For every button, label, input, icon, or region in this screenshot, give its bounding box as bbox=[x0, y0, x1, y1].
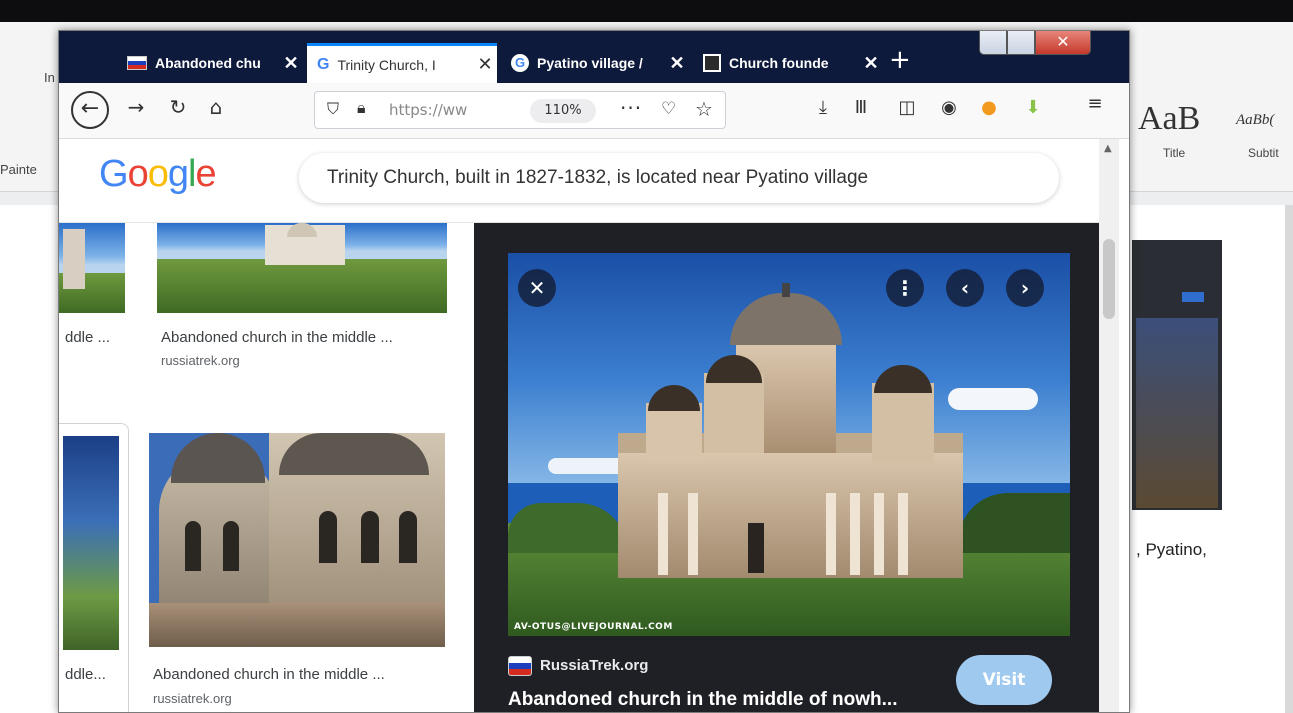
word-doc-text: , Pyatino, bbox=[1136, 540, 1207, 559]
result-caption[interactable]: ddle... bbox=[65, 666, 106, 683]
result-caption[interactable]: ddle ... bbox=[65, 329, 110, 346]
new-tab-icon[interactable]: + bbox=[889, 45, 911, 75]
visit-button[interactable]: Visit bbox=[956, 655, 1052, 705]
library-icon[interactable]: Ⅲ bbox=[849, 97, 873, 118]
result-caption[interactable]: Abandoned church in the middle ... bbox=[153, 666, 385, 683]
scroll-thumb[interactable] bbox=[1103, 239, 1115, 319]
word-format-painter[interactable]: Painte bbox=[0, 162, 37, 177]
account-icon[interactable]: ◉ bbox=[937, 97, 961, 118]
russia-flag-icon bbox=[508, 656, 532, 676]
result-source[interactable]: russiatrek.org bbox=[153, 691, 232, 706]
page-scrollbar[interactable]: ▲ bbox=[1099, 139, 1119, 712]
result-caption[interactable]: Abandoned church in the middle ... bbox=[161, 329, 393, 346]
close-icon[interactable]: ✕ bbox=[279, 53, 303, 74]
tab-label: Pyatino village / bbox=[537, 55, 643, 71]
google-g-icon: G bbox=[511, 54, 529, 72]
top-bezel bbox=[0, 0, 1293, 22]
maximize-icon[interactable] bbox=[1007, 31, 1035, 55]
forward-arrow-icon[interactable]: → bbox=[121, 95, 151, 119]
word-embedded-screenshot bbox=[1132, 240, 1222, 510]
scroll-up-icon[interactable]: ▲ bbox=[1104, 143, 1112, 154]
download-icon[interactable]: ⤓ bbox=[811, 97, 835, 118]
extension-download-icon[interactable]: ⬇ bbox=[1021, 97, 1045, 118]
result-source[interactable]: russiatrek.org bbox=[161, 353, 240, 368]
lock-icon[interactable]: 🔒︎ bbox=[357, 98, 366, 118]
reload-icon[interactable]: ↻ bbox=[163, 95, 193, 119]
google-header: Google Trinity Church, built in 1827-183… bbox=[59, 139, 1109, 223]
tab-pyatino-village[interactable]: G Pyatino village / ✕ bbox=[501, 43, 689, 83]
page-actions-icon[interactable]: ··· bbox=[620, 96, 642, 120]
image-preview-panel: AV-OTUS@LIVEJOURNAL.COM ✕ ⋮ ‹ › RussiaTr… bbox=[474, 223, 1099, 712]
close-icon[interactable]: ✕ bbox=[665, 53, 689, 74]
word-style-title-sample[interactable]: AaB bbox=[1138, 100, 1200, 138]
close-preview-icon[interactable]: ✕ bbox=[518, 269, 556, 307]
result-thumbnail[interactable] bbox=[157, 223, 447, 313]
word-page-edge bbox=[1285, 205, 1293, 713]
word-style-subtitle-label: Subtit bbox=[1248, 146, 1279, 160]
word-style-title-label: Title bbox=[1163, 146, 1186, 160]
tab-label: Church founde bbox=[729, 55, 829, 71]
next-image-icon[interactable]: › bbox=[1006, 269, 1044, 307]
pocket-icon[interactable]: ♡ bbox=[661, 99, 676, 119]
previous-image-icon[interactable]: ‹ bbox=[946, 269, 984, 307]
search-query[interactable]: Trinity Church, built in 1827-1832, is l… bbox=[327, 167, 868, 189]
address-bar[interactable]: ⛉ 🔒︎ https://ww 110% ··· ♡ ☆ bbox=[314, 91, 726, 129]
menu-icon[interactable]: ≡ bbox=[1083, 93, 1107, 114]
minimize-icon[interactable] bbox=[979, 31, 1007, 55]
preview-watermark: AV-OTUS@LIVEJOURNAL.COM bbox=[514, 622, 673, 632]
url-text[interactable]: https://ww bbox=[389, 101, 467, 119]
word-insert-tab[interactable]: In bbox=[44, 70, 55, 85]
tab-church-founded[interactable]: Church founde ✕ bbox=[693, 43, 883, 83]
result-thumbnail[interactable] bbox=[59, 223, 125, 313]
search-box[interactable]: Trinity Church, built in 1827-1832, is l… bbox=[299, 153, 1059, 203]
tab-abandoned-church[interactable]: Abandoned chu ✕ bbox=[117, 43, 303, 83]
close-icon[interactable]: ✕ bbox=[473, 54, 497, 75]
sidebar-icon[interactable]: ◫ bbox=[895, 97, 919, 118]
browser-window: Abandoned chu ✕ G Trinity Church, I ✕ G … bbox=[58, 30, 1130, 713]
back-arrow-icon[interactable]: ← bbox=[71, 91, 109, 129]
extension-orange-icon[interactable]: ● bbox=[977, 97, 1001, 118]
result-thumbnail[interactable] bbox=[149, 433, 445, 647]
image-results: ddle ... ddle... Abandoned church in the… bbox=[59, 223, 474, 712]
google-g-icon: G bbox=[317, 55, 330, 73]
zoom-level[interactable]: 110% bbox=[530, 99, 596, 123]
close-icon[interactable]: ✕ bbox=[859, 53, 883, 74]
google-logo[interactable]: Google bbox=[99, 153, 217, 196]
home-icon[interactable]: ⌂ bbox=[201, 95, 231, 119]
preview-site-name[interactable]: RussiaTrek.org bbox=[540, 657, 648, 674]
tab-label: Abandoned chu bbox=[155, 55, 261, 71]
tab-trinity-church[interactable]: G Trinity Church, I ✕ bbox=[307, 43, 497, 83]
window-close-icon[interactable]: ✕ bbox=[1035, 31, 1091, 55]
site-logo-icon bbox=[703, 54, 721, 72]
navigation-toolbar: ← → ↻ ⌂ ⛉ 🔒︎ https://ww 110% ··· ♡ ☆ ⤓ Ⅲ… bbox=[59, 83, 1129, 139]
bookmark-star-icon[interactable]: ☆ bbox=[695, 97, 713, 121]
preview-title[interactable]: Abandoned church in the middle of nowh..… bbox=[508, 689, 898, 711]
tab-label: Trinity Church, I bbox=[337, 56, 436, 73]
word-style-subtitle-sample[interactable]: AaBb( bbox=[1236, 112, 1274, 129]
tab-strip: Abandoned chu ✕ G Trinity Church, I ✕ G … bbox=[59, 31, 1129, 83]
russia-flag-icon bbox=[127, 56, 147, 70]
preview-image[interactable]: AV-OTUS@LIVEJOURNAL.COM ✕ ⋮ ‹ › bbox=[508, 253, 1070, 636]
more-options-icon[interactable]: ⋮ bbox=[886, 269, 924, 307]
tracking-shield-icon[interactable]: ⛉ bbox=[327, 99, 339, 119]
